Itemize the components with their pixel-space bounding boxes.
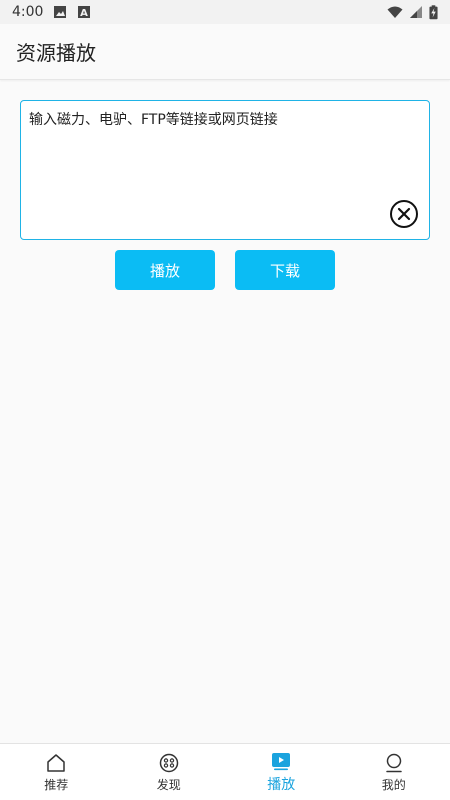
nav-label: 我的 (381, 777, 406, 792)
nav-item-recommend[interactable]: 推荐 (0, 744, 113, 800)
page-title: 资源播放 (16, 41, 96, 65)
nav-item-mine[interactable]: 我的 (338, 744, 450, 800)
bottom-nav: 推荐 发现 播放 我的 (0, 743, 450, 800)
status-bar: 4:00 A (0, 0, 450, 24)
main-content: 播放 下载 (0, 80, 450, 743)
home-icon (47, 753, 65, 772)
download-button[interactable]: 下载 (235, 250, 335, 290)
nav-label: 发现 (156, 777, 181, 792)
wifi-icon (387, 6, 403, 18)
svg-text:A: A (81, 8, 89, 19)
user-icon (386, 753, 402, 772)
film-reel-icon (159, 753, 178, 772)
a-letter-icon: A (78, 6, 91, 19)
status-time: 4:00 (12, 4, 44, 20)
nav-item-play[interactable]: 播放 (225, 744, 338, 800)
play-icon (272, 753, 291, 771)
nav-label: 推荐 (44, 777, 69, 792)
nav-item-discover[interactable]: 发现 (113, 744, 226, 800)
signal-icon (410, 6, 422, 18)
nav-label: 播放 (267, 777, 296, 793)
link-input-container (20, 100, 430, 240)
battery-charging-icon (429, 4, 438, 19)
link-input[interactable] (21, 101, 429, 239)
close-circle-icon[interactable] (389, 199, 419, 229)
image-icon (54, 6, 67, 18)
app-bar: 资源播放 (0, 24, 450, 80)
play-button[interactable]: 播放 (115, 250, 215, 290)
